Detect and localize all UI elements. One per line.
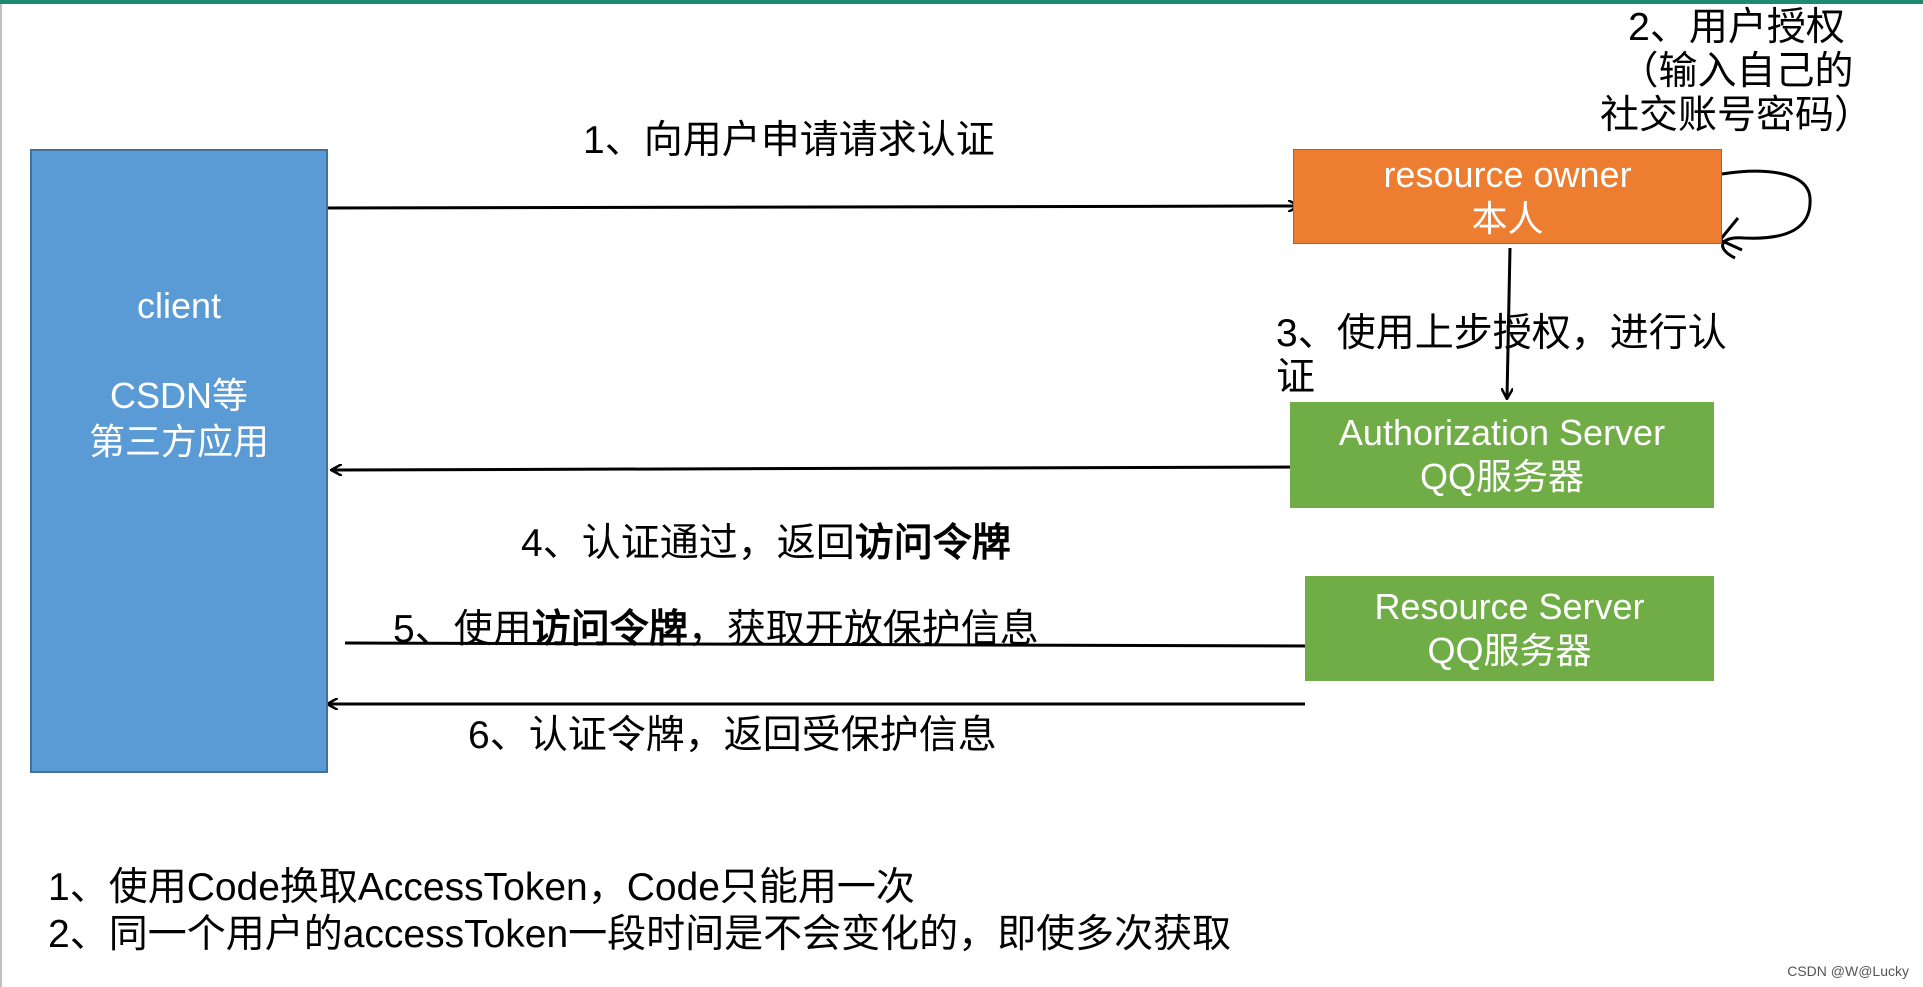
note-2: 2、同一个用户的accessToken一段时间是不会变化的，即使多次获取 — [48, 913, 1232, 956]
authorization-server-title: Authorization Server — [1338, 412, 1666, 453]
step5-prefix: 5、使用 — [393, 608, 532, 651]
step3-line2: 证 — [1276, 356, 1316, 399]
step2-line3: 社交账号密码） — [1600, 94, 1874, 137]
notes: 1、使用Code换取AccessToken，Code只能用一次 2、同一个用户的… — [48, 864, 1231, 958]
resource-owner-title: resource owner — [1383, 153, 1632, 195]
arrow-step4 — [332, 467, 1303, 470]
resource-server-subtitle: QQ服务器 — [1427, 629, 1592, 671]
resource-server-box: Resource Server QQ服务器 — [1305, 576, 1714, 681]
step4-label: 4、认证通过，返回访问令牌 — [521, 521, 1011, 567]
step2-line1: 2、用户授权 — [1628, 6, 1845, 49]
step5-label: 5、使用访问令牌，获取开放保护信息 — [393, 607, 1039, 653]
step1-label: 1、向用户申请请求认证 — [583, 119, 995, 162]
step3-line1: 3、使用上步授权，进行认 — [1276, 312, 1727, 355]
step5-suffix: ，获取开放保护信息 — [687, 608, 1039, 651]
step6-label: 6、认证令牌，返回受保护信息 — [468, 714, 997, 757]
step5-bold: 访问令牌 — [531, 608, 688, 651]
step4-prefix: 4、认证通过，返回 — [521, 522, 855, 565]
arrow-step1 — [317, 206, 1298, 208]
client-subtitle: CSDN等 — [109, 375, 248, 416]
authorization-server-subtitle: QQ服务器 — [1419, 456, 1584, 497]
note-1: 1、使用Code换取AccessToken，Code只能用一次 — [48, 866, 915, 909]
step2-line2: （输入自己的 — [1619, 50, 1854, 93]
step4-bold: 访问令牌 — [854, 522, 1011, 565]
arrow-step2-loop — [1721, 169, 1812, 260]
authorization-server-box: Authorization Server QQ服务器 — [1290, 402, 1714, 508]
step3-label: 3、使用上步授权，进行认 证 — [1276, 312, 1727, 400]
resource-owner-subtitle: 本人 — [1471, 197, 1544, 239]
resource-server-title: Resource Server — [1374, 585, 1645, 627]
watermark: CSDN @W@Lucky — [1787, 963, 1909, 979]
client-description: 第三方应用 — [88, 421, 269, 462]
client-title: client — [136, 285, 222, 326]
resource-owner-box: resource owner 本人 — [1293, 149, 1722, 244]
client-box: client CSDN等 第三方应用 — [30, 149, 328, 773]
step2-label: 2、用户授权 （输入自己的 社交账号密码） — [1600, 6, 1873, 138]
